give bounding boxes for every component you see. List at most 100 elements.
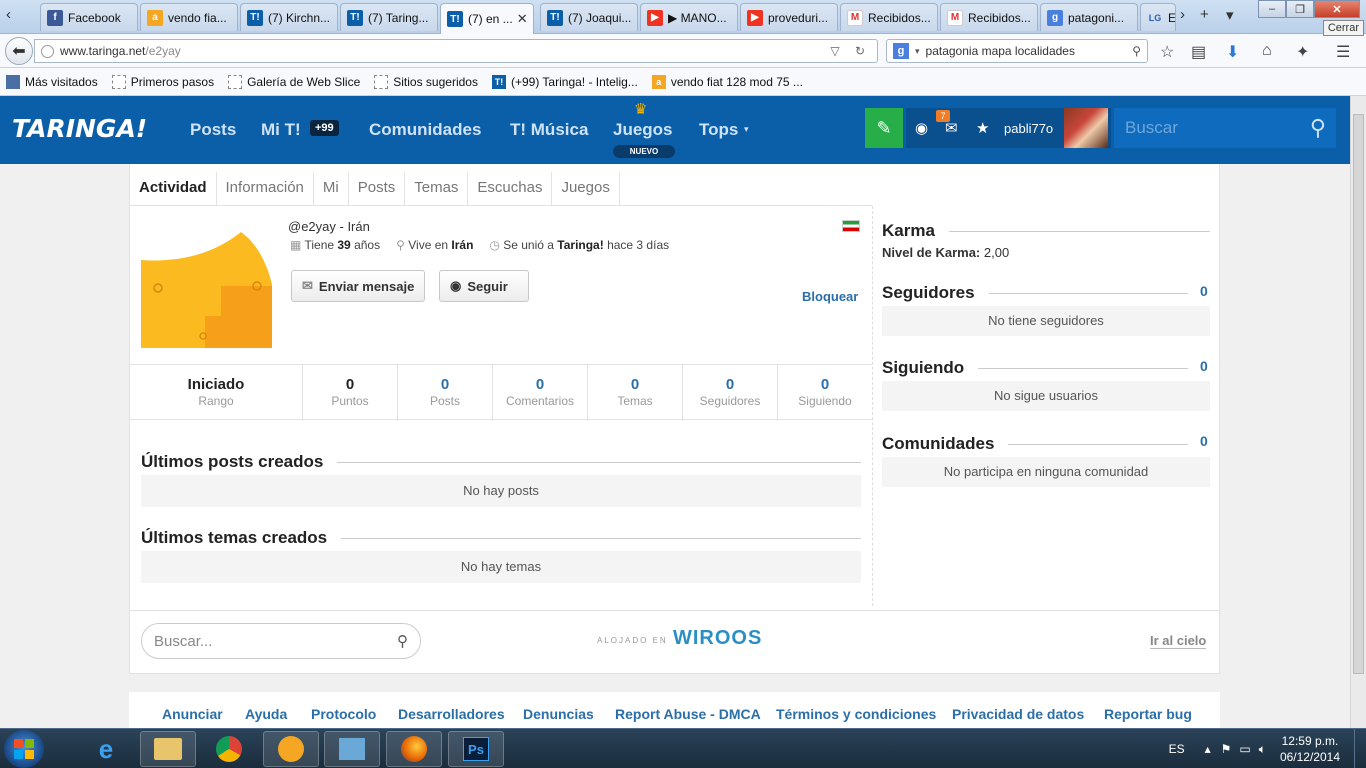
comunidades-title[interactable]: Comunidades [882, 434, 994, 454]
show-hidden-icons-icon[interactable]: ▴ [1205, 742, 1211, 756]
seguidores-title[interactable]: Seguidores [882, 283, 975, 303]
bookmark-star-icon[interactable]: ☆ [1160, 42, 1174, 62]
search-icon[interactable]: ⚲ [1310, 115, 1326, 141]
footer-link[interactable]: Términos y condiciones [776, 706, 936, 722]
firefox-icon[interactable] [386, 731, 442, 767]
browser-tab[interactable]: T! (7) en ... ✕ [440, 3, 534, 34]
browser-tab[interactable]: M Recibidos... [940, 3, 1038, 31]
scroll-top-link[interactable]: Ir al cielo [1150, 633, 1207, 649]
minimize-button[interactable]: – [1258, 0, 1286, 18]
footer-link[interactable]: Reportar bug [1104, 706, 1192, 722]
maximize-button[interactable]: ❐ [1286, 0, 1314, 18]
footer-link[interactable]: Desarrolladores [398, 706, 505, 722]
downloads-icon[interactable]: ⬇ [1226, 42, 1239, 62]
taringa-logo[interactable]: TARINGA! [12, 114, 147, 143]
photoshop-icon[interactable]: Ps [448, 731, 504, 767]
profile-tab[interactable]: Información [217, 172, 314, 206]
bookmark-item[interactable]: Galería de Web Slice [228, 74, 360, 89]
username[interactable]: pabli77o [1004, 121, 1053, 136]
control-panel-icon[interactable] [324, 731, 380, 767]
addon-icon[interactable]: ✦ [1296, 42, 1309, 62]
nav-tops[interactable]: Tops [699, 120, 738, 140]
google-icon[interactable]: g [893, 43, 909, 59]
system-clock[interactable]: 12:59 p.m. 06/12/2014 [1280, 733, 1340, 765]
address-bar[interactable]: www.taringa.net/e2yay ▽ ↻ [34, 39, 878, 63]
bookmarks-list-icon[interactable]: ▤ [1191, 42, 1206, 62]
footer-link[interactable]: Denuncias [523, 706, 594, 722]
browser-tab[interactable]: f Facebook [40, 3, 138, 31]
stat-item[interactable]: 0 Siguiendo [778, 365, 872, 421]
bookmark-item[interactable]: Primeros pasos [111, 74, 214, 89]
follow-button[interactable]: ◉ Seguir [439, 270, 529, 302]
nav-posts[interactable]: Posts [190, 120, 236, 140]
footer-link[interactable]: Ayuda [245, 706, 287, 722]
siguiendo-title[interactable]: Siguiendo [882, 358, 964, 378]
new-tab-icon[interactable]: + [1200, 6, 1209, 23]
scrollbar-thumb[interactable] [1353, 114, 1364, 674]
header-search[interactable]: Buscar ⚲ [1114, 108, 1336, 148]
compose-button[interactable]: ✎ [865, 108, 903, 148]
footer-search-input[interactable]: Buscar... ⚲ [141, 623, 421, 659]
chrome-icon[interactable] [201, 731, 257, 767]
close-window-button[interactable]: ✕ [1314, 0, 1360, 18]
browser-tab[interactable]: M Recibidos... [840, 3, 938, 31]
browser-tab[interactable]: LG E [1140, 3, 1176, 31]
stat-item[interactable]: 0 Comentarios [493, 365, 588, 421]
mail-icon[interactable]: ✉ [945, 119, 958, 137]
browser-tab[interactable]: a vendo fia... [140, 3, 238, 31]
search-icon[interactable]: ⚲ [397, 632, 408, 650]
browser-tab[interactable]: T! (7) Joaqui... [540, 3, 638, 31]
profile-tab[interactable]: Temas [405, 172, 469, 206]
home-icon[interactable]: ⌂ [1262, 42, 1272, 60]
back-button[interactable]: ⬅ [5, 37, 33, 65]
chevron-down-icon[interactable]: ▾ [744, 124, 749, 135]
stat-item[interactable]: 0 Puntos [303, 365, 398, 421]
browser-tab[interactable]: T! (7) Taring... [340, 3, 438, 31]
browser-tab[interactable]: ▶ ▶ MANO... [640, 3, 738, 31]
language-indicator[interactable]: ES [1169, 742, 1185, 756]
seguidores-count[interactable]: 0 [1200, 283, 1208, 299]
bookmark-item[interactable]: T! (+99) Taringa! - Intelig... [491, 74, 638, 89]
siguiendo-count[interactable]: 0 [1200, 358, 1208, 374]
aimp-icon[interactable] [263, 731, 319, 767]
profile-tab[interactable]: Juegos [552, 172, 620, 206]
nav-juegos[interactable]: Juegos [613, 120, 673, 140]
tab-scroll-left-icon[interactable]: ‹ [6, 6, 11, 23]
file-explorer-icon[interactable] [140, 731, 196, 767]
browser-search-bar[interactable]: g ▾ patagonia mapa localidades ⚲ [886, 39, 1148, 63]
reload-icon[interactable]: ▽ ↻ [830, 44, 871, 58]
user-avatar[interactable] [1064, 108, 1108, 148]
profile-tab[interactable]: Mi [314, 172, 349, 206]
profile-tab[interactable]: Posts [349, 172, 406, 206]
stat-item[interactable]: 0 Temas [588, 365, 683, 421]
browser-tab[interactable]: T! (7) Kirchn... [240, 3, 338, 31]
nav-comunidades[interactable]: Comunidades [369, 120, 481, 140]
stat-item[interactable]: 0 Seguidores [683, 365, 778, 421]
send-message-button[interactable]: ✉ Enviar mensaje [291, 270, 426, 302]
network-icon[interactable]: ▭ [1239, 742, 1250, 756]
favorites-star-icon[interactable]: ★ [976, 119, 989, 137]
dropdown-icon[interactable]: ▾ [915, 46, 920, 57]
profile-tab[interactable]: Actividad [130, 172, 217, 206]
show-desktop-button[interactable] [1354, 729, 1366, 768]
browser-tab[interactable]: g patagoni... [1040, 3, 1138, 31]
page-scrollbar[interactable] [1350, 96, 1366, 728]
eye-icon[interactable]: ◉ [915, 119, 928, 137]
menu-icon[interactable]: ☰ [1336, 42, 1350, 62]
bookmark-item[interactable]: Más visitados [6, 74, 98, 89]
action-center-icon[interactable]: ⚑ [1221, 742, 1232, 756]
footer-link[interactable]: Anunciar [162, 706, 223, 722]
footer-link[interactable]: Protocolo [311, 706, 376, 722]
bookmark-item[interactable]: Sitios sugeridos [374, 74, 478, 89]
tab-scroll-right-icon[interactable]: › [1180, 6, 1185, 23]
close-tab-icon[interactable]: ✕ [513, 11, 528, 27]
comunidades-count[interactable]: 0 [1200, 433, 1208, 449]
block-link[interactable]: Bloquear [802, 289, 858, 304]
volume-icon[interactable]: 🔈︎ [1259, 742, 1266, 757]
wiroos-logo[interactable]: WIROOS [673, 627, 762, 650]
internet-explorer-icon[interactable]: e [78, 731, 134, 767]
list-all-tabs-icon[interactable]: ▾ [1226, 6, 1234, 24]
stat-item[interactable]: 0 Posts [398, 365, 493, 421]
browser-tab[interactable]: ▶ proveduri... [740, 3, 838, 31]
footer-link[interactable]: Privacidad de datos [952, 706, 1084, 722]
